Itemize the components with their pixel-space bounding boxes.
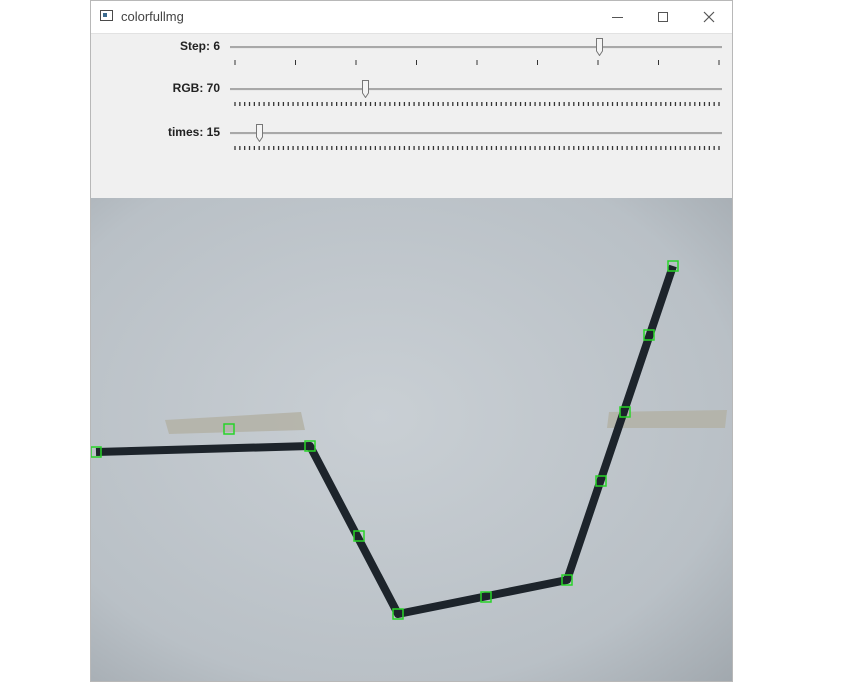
trackbar-rgb-thumb[interactable] <box>362 80 370 98</box>
camera-frame <box>91 198 732 681</box>
trackbar-times: times: 15 <box>91 120 732 164</box>
trackbar-rgb-track[interactable] <box>230 88 722 91</box>
trackbar-rgb-ticks <box>234 102 720 106</box>
maximize-button[interactable] <box>640 1 686 33</box>
trackbar-step: Step: 6 <box>91 34 732 78</box>
trackbar-rgb: RGB: 70 <box>91 76 732 120</box>
title-bar[interactable]: colorfullmg <box>91 1 732 34</box>
minimize-button[interactable] <box>594 1 640 33</box>
camera-image <box>91 198 732 681</box>
trackbar-times-thumb[interactable] <box>255 124 263 142</box>
trackbar-times-track[interactable] <box>230 132 722 135</box>
trackbar-step-thumb[interactable] <box>596 38 603 56</box>
trackbar-step-ticks <box>234 60 720 65</box>
trackbar-times-label: times: 15 <box>167 125 220 139</box>
close-icon <box>703 11 715 23</box>
minimize-icon <box>611 16 623 18</box>
trackbar-step-track[interactable] <box>230 46 722 49</box>
trackbar-panel: Step: 6 RGB: 70 times: 15 <box>91 34 732 198</box>
app-window-icon <box>100 10 113 21</box>
trackbar-times-ticks <box>234 146 720 150</box>
trackbar-step-label: Step: 6 <box>179 39 220 53</box>
window-title: colorfullmg <box>121 9 184 24</box>
trackbar-rgb-label: RGB: 70 <box>172 81 220 95</box>
maximize-icon <box>658 12 668 22</box>
app-window: colorfullmg Step: 6 RGB: 70 times: 15 <box>90 0 733 682</box>
close-button[interactable] <box>686 1 732 33</box>
